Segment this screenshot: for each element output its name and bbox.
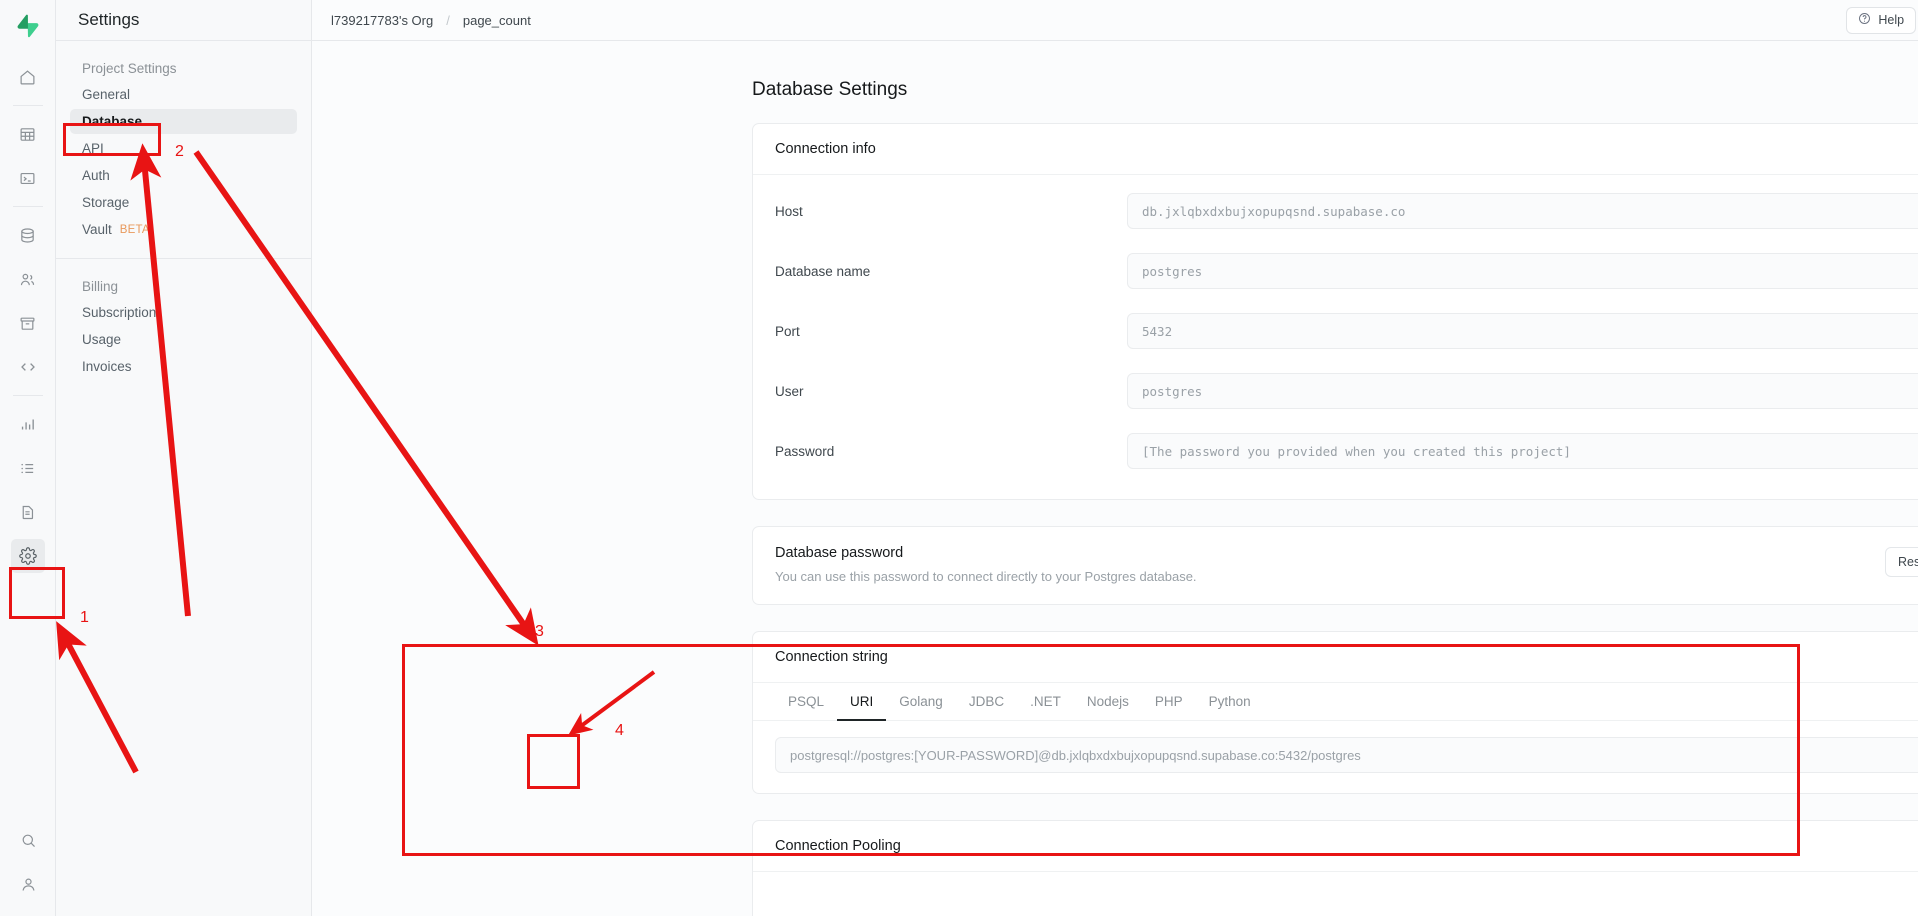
help-circle-icon — [1858, 12, 1871, 28]
sidebar-header: Settings — [56, 0, 311, 41]
sidebar-item-vault[interactable]: Vault BETA — [70, 217, 297, 242]
connection-string-card: Connection string PSQL URI Golang JDBC .… — [752, 631, 1918, 794]
sidebar-item-label: General — [82, 87, 131, 102]
row-label: Host — [775, 203, 803, 219]
connection-string-tabs: PSQL URI Golang JDBC .NET Nodejs PHP Pyt… — [753, 683, 1918, 721]
breadcrumb-org[interactable]: l739217783's Org — [331, 13, 433, 28]
sidebar-item-database[interactable]: Database — [70, 109, 297, 134]
storage-icon[interactable] — [11, 306, 45, 340]
sql-editor-icon[interactable] — [11, 161, 45, 195]
rail-divider — [12, 206, 43, 207]
logs-icon[interactable] — [11, 451, 45, 485]
reports-icon[interactable] — [11, 407, 45, 441]
rail-divider — [12, 395, 43, 396]
sidebar-item-api[interactable]: API — [70, 136, 297, 161]
app-root: Settings Project Settings General Databa… — [0, 0, 1918, 916]
sidebar-group-billing: Billing Subscription Usage Invoices — [56, 259, 311, 379]
sidebar-item-label: Subscription — [82, 305, 157, 320]
sidebar-item-general[interactable]: General — [70, 82, 297, 107]
connection-info-body: Host db.jxlqbxdxbujxopupqsnd.supabase.co… — [753, 175, 1918, 499]
user-input[interactable]: postgres — [1127, 373, 1918, 409]
sidebar-group-project-settings: Project Settings General Database API Au… — [56, 41, 311, 242]
row-label: User — [775, 383, 804, 399]
tab-php[interactable]: PHP — [1142, 683, 1196, 721]
top-bar: l739217783's Org / page_count Help Feedb… — [312, 0, 1918, 41]
sidebar-item-storage[interactable]: Storage — [70, 190, 297, 215]
top-actions: Help Feedback — [1846, 6, 1918, 34]
edge-functions-icon[interactable] — [11, 350, 45, 384]
search-icon[interactable] — [11, 823, 45, 857]
connection-row-port: Port 5432 Copy — [775, 301, 1918, 361]
tab-python[interactable]: Python — [1196, 683, 1264, 721]
sidebar-item-label: Auth — [82, 168, 110, 183]
tab-golang[interactable]: Golang — [886, 683, 956, 721]
connection-pooling-card: Connection Pooling — [752, 820, 1918, 916]
sidebar-item-label: Storage — [82, 195, 130, 210]
tab-jdbc[interactable]: JDBC — [956, 683, 1017, 721]
settings-sidebar: Settings Project Settings General Databa… — [56, 0, 312, 916]
database-password-description: You can use this password to connect dir… — [775, 569, 1197, 584]
sidebar-title: Settings — [78, 10, 140, 29]
connection-row-user: User postgres Copy — [775, 361, 1918, 421]
password-input[interactable]: [The password you provided when you crea… — [1127, 433, 1918, 469]
connection-row-database-name: Database name postgres Copy — [775, 241, 1918, 301]
port-input[interactable]: 5432 — [1127, 313, 1918, 349]
reset-database-password-button[interactable]: Reset Database Password — [1885, 547, 1918, 577]
connection-string-input[interactable]: postgresql://postgres:[YOUR-PASSWORD]@db… — [775, 737, 1918, 773]
account-icon[interactable] — [11, 867, 45, 901]
help-button[interactable]: Help — [1846, 6, 1917, 34]
database-name-input[interactable]: postgres — [1127, 253, 1918, 289]
breadcrumb-separator: / — [446, 12, 450, 28]
sidebar-item-usage[interactable]: Usage — [70, 327, 297, 352]
home-icon[interactable] — [11, 60, 45, 94]
sidebar-item-label: Invoices — [82, 359, 132, 374]
api-docs-icon[interactable] — [11, 495, 45, 529]
sidebar-group-label: Billing — [82, 279, 119, 294]
connection-info-card: Connection info Host db.jxlqbxdxbujxopup… — [752, 123, 1918, 500]
page-title: Database Settings — [752, 79, 908, 100]
sidebar-item-subscription[interactable]: Subscription — [70, 300, 297, 325]
icon-rail — [0, 0, 56, 916]
tab-psql[interactable]: PSQL — [775, 683, 837, 721]
authentication-icon[interactable] — [11, 262, 45, 296]
table-editor-icon[interactable] — [11, 117, 45, 151]
tab-uri[interactable]: URI — [837, 683, 887, 721]
rail-divider — [12, 105, 43, 106]
settings-content: Database Settings Connection info Host d… — [312, 41, 1918, 916]
connection-pooling-heading: Connection Pooling — [753, 821, 1918, 872]
breadcrumb-project[interactable]: page_count — [463, 13, 531, 28]
connection-row-host: Host db.jxlqbxdxbujxopupqsnd.supabase.co… — [775, 181, 1918, 241]
beta-badge: BETA — [119, 223, 150, 236]
host-input[interactable]: db.jxlqbxdxbujxopupqsnd.supabase.co — [1127, 193, 1918, 229]
sidebar-item-label: Database — [82, 114, 143, 129]
breadcrumb: l739217783's Org / page_count — [331, 13, 531, 28]
sidebar-item-invoices[interactable]: Invoices — [70, 354, 297, 379]
connection-string-heading: Connection string — [753, 632, 1918, 683]
sidebar-item-auth[interactable]: Auth — [70, 163, 297, 188]
row-label: Password — [775, 443, 835, 459]
sidebar-group-label: Project Settings — [82, 61, 177, 76]
help-button-label: Help — [1878, 13, 1905, 27]
row-label: Port — [775, 323, 800, 339]
tab-dotnet[interactable]: .NET — [1017, 683, 1074, 721]
sidebar-item-label: Usage — [82, 332, 122, 347]
database-password-title: Database password — [775, 545, 904, 561]
database-password-card: Database password You can use this passw… — [752, 526, 1918, 605]
sidebar-item-label: API — [82, 141, 104, 156]
sidebar-item-label: Vault — [82, 222, 112, 237]
supabase-logo[interactable] — [13, 11, 43, 41]
row-label: Database name — [775, 263, 871, 279]
main-area: l739217783's Org / page_count Help Feedb… — [312, 0, 1918, 916]
connection-row-password: Password [The password you provided when… — [775, 421, 1918, 481]
settings-icon[interactable] — [10, 539, 45, 573]
database-icon[interactable] — [11, 218, 45, 252]
tab-nodejs[interactable]: Nodejs — [1074, 683, 1142, 721]
connection-info-heading: Connection info — [753, 124, 1918, 175]
rail-bottom-group — [0, 818, 56, 906]
